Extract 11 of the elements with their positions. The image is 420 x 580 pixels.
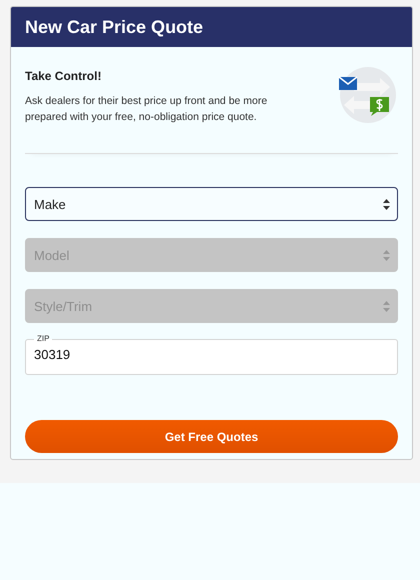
- dropdown-arrows-icon: [383, 250, 390, 260]
- mail-and-money-exchange-icon: [336, 67, 398, 123]
- dropdown-arrows-icon: [383, 300, 390, 312]
- dropdown-arrows-icon: [383, 198, 390, 210]
- intro-text: Ask dealers for their best price up front and be more prepared with your free, no-obligation price quote.: [25, 94, 268, 125]
- zip-input-field[interactable]: ZIP 30319: [25, 334, 398, 375]
- intro-heading: Take Control!: [25, 69, 102, 83]
- zip-label: ZIP: [36, 334, 50, 344]
- get-quotes-button[interactable]: Get Free Quotes: [25, 420, 398, 453]
- dropdown-field[interactable]: Make: [25, 187, 398, 221]
- card-title: New Car Price Quote: [25, 16, 204, 38]
